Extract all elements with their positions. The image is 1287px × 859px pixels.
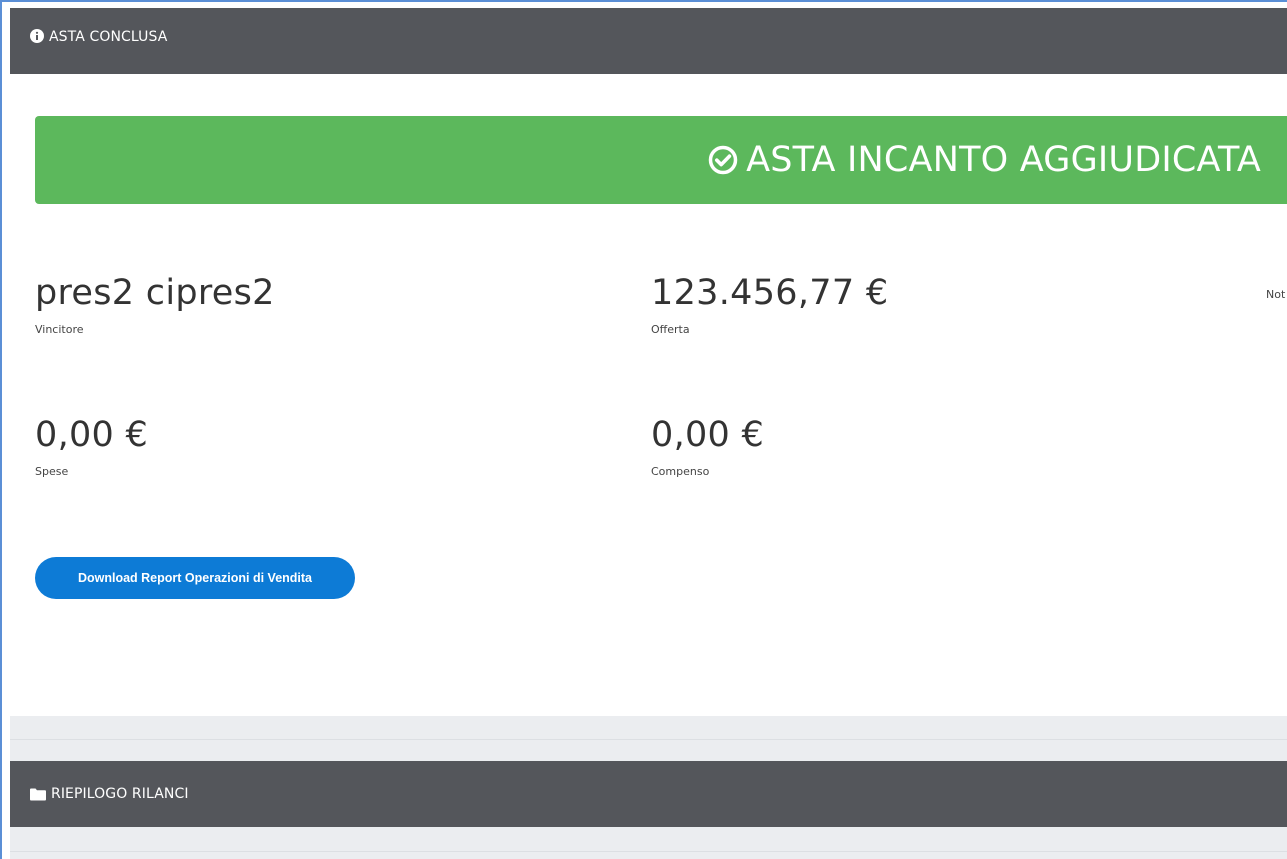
download-report-button[interactable]: Download Report Operazioni di Vendita bbox=[35, 557, 355, 599]
offer-stat: 123.456,77 € Offerta bbox=[651, 273, 889, 337]
bids-panel-header[interactable]: RIEPILOGO RILANCI bbox=[10, 761, 1287, 827]
winner-caption: Vincitore bbox=[35, 323, 84, 336]
winner-stat: pres2 cipres2 Vincitore bbox=[35, 273, 275, 337]
expenses-caption: Spese bbox=[35, 465, 69, 478]
offer-caption: Offerta bbox=[651, 323, 690, 336]
fee-stat: 0,00 € Compenso bbox=[651, 415, 765, 479]
bids-panel-title: RIEPILOGO RILANCI bbox=[51, 786, 189, 802]
folder-icon bbox=[30, 788, 46, 801]
check-circle-icon bbox=[708, 145, 738, 175]
fee-caption: Compenso bbox=[651, 465, 710, 478]
separator-band bbox=[10, 740, 1287, 761]
offer-value: 123.456,77 € bbox=[651, 273, 889, 313]
expenses-value: 0,00 € bbox=[35, 415, 149, 455]
awarded-banner: ASTA INCANTO AGGIUDICATA bbox=[35, 116, 1287, 204]
separator-band bbox=[10, 852, 1287, 859]
auction-panel-title: ASTA CONCLUSA bbox=[49, 29, 168, 45]
auction-panel-header: ASTA CONCLUSA bbox=[10, 8, 1287, 74]
awarded-banner-text: ASTA INCANTO AGGIUDICATA bbox=[746, 140, 1261, 180]
page-frame: ASTA CONCLUSA ASTA INCANTO AGGIUDICATA p… bbox=[0, 0, 1287, 859]
expenses-stat: 0,00 € Spese bbox=[35, 415, 149, 479]
fee-value: 0,00 € bbox=[651, 415, 765, 455]
separator-band bbox=[10, 827, 1287, 851]
info-circle-icon bbox=[30, 29, 44, 43]
truncated-caption: Not bbox=[1266, 288, 1286, 301]
separator-band bbox=[10, 716, 1287, 739]
winner-value: pres2 cipres2 bbox=[35, 273, 275, 313]
